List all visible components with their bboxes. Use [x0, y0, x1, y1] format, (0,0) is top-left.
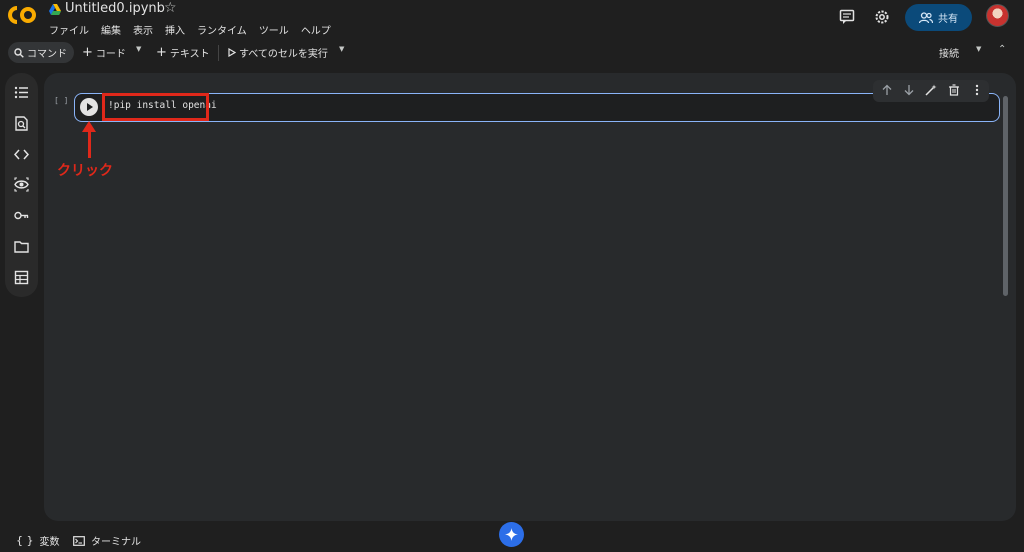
terminal-icon [73, 535, 85, 546]
notebook-panel [44, 73, 1016, 521]
arrow-up-icon[interactable] [881, 84, 893, 96]
run-cell-button[interactable] [80, 98, 98, 116]
run-all-dropdown[interactable]: ▼ [339, 45, 344, 53]
toolbar-collapse[interactable]: ⌃ [998, 44, 1006, 55]
menu-file[interactable]: ファイル [49, 22, 89, 37]
eye-icon[interactable] [14, 177, 29, 192]
plus-icon: + [82, 44, 93, 60]
trash-icon[interactable] [948, 84, 960, 96]
menu-edit[interactable]: 編集 [101, 22, 121, 37]
add-text-button[interactable]: + テキスト [156, 44, 210, 61]
play-icon [228, 48, 236, 57]
header: Untitled0.ipynb ☆ ファイル 編集 表示 挿入 ランタイム ツー… [0, 0, 1024, 40]
terminal-button[interactable]: ターミナル [73, 533, 141, 548]
share-label: 共有 [938, 14, 958, 25]
run-all-button[interactable]: すべてのセルを実行 [228, 45, 328, 60]
colab-logo[interactable] [8, 5, 38, 25]
terminal-label: ターミナル [91, 537, 141, 548]
connect-label: 接続 [939, 49, 959, 60]
command-label: コマンド [27, 49, 67, 60]
arrow-down-icon[interactable] [903, 84, 915, 96]
left-sidebar [5, 73, 38, 297]
code-snippets-icon[interactable] [14, 147, 29, 162]
menu-insert[interactable]: 挿入 [165, 22, 185, 37]
add-text-label: テキスト [169, 49, 210, 60]
variables-button[interactable]: { } 変数 [16, 533, 60, 548]
search-icon [14, 47, 24, 58]
add-code-dropdown[interactable]: ▼ [136, 45, 141, 53]
chevron-down-icon: ▼ [976, 45, 982, 53]
toolbar: コマンド + コード ▼ + テキスト すべてのセルを実行 ▼ 接続 ▼ ⌃ [0, 40, 1024, 66]
gear-icon[interactable] [874, 9, 890, 25]
toolbar-divider [218, 45, 219, 61]
folder-icon[interactable] [14, 239, 29, 254]
annotation-arrow [88, 128, 91, 158]
key-icon[interactable] [14, 208, 29, 223]
data-table-icon[interactable] [14, 270, 29, 285]
command-palette-button[interactable]: コマンド [8, 42, 74, 63]
connect-dropdown[interactable]: ▼ [976, 45, 981, 53]
magic-wand-icon[interactable] [925, 84, 937, 96]
people-icon [919, 11, 933, 23]
menu-help[interactable]: ヘルプ [301, 22, 331, 37]
connect-button[interactable]: 接続 [939, 45, 959, 60]
chevron-up-icon: ⌃ [998, 44, 1007, 55]
run-all-label: すべてのセルを実行 [239, 49, 328, 60]
drive-icon[interactable] [49, 4, 61, 15]
chevron-down-icon: ▼ [136, 45, 142, 53]
gemini-button[interactable] [499, 522, 524, 547]
add-code-label: コード [95, 49, 126, 60]
more-vert-icon[interactable] [971, 84, 983, 96]
menu-runtime[interactable]: ランタイム [197, 22, 247, 37]
table-of-contents-icon[interactable] [14, 85, 29, 100]
scrollbar[interactable] [1003, 96, 1008, 296]
avatar[interactable] [986, 4, 1009, 27]
menu-bar: ファイル 編集 表示 挿入 ランタイム ツール ヘルプ [49, 22, 331, 37]
variables-label: 変数 [39, 537, 60, 548]
star-icon[interactable]: ☆ [164, 0, 177, 16]
sparkle-icon [505, 528, 518, 541]
find-icon[interactable] [14, 116, 29, 131]
braces-icon: { } [16, 534, 34, 547]
add-code-button[interactable]: + コード [82, 44, 126, 61]
annotation-highlight-box [102, 93, 209, 121]
cell-toolbar [873, 80, 989, 102]
cell-execution-count: [ ] [54, 96, 69, 105]
menu-tools[interactable]: ツール [259, 22, 289, 37]
plus-icon: + [156, 44, 167, 60]
share-button[interactable]: 共有 [905, 4, 972, 31]
comment-icon[interactable] [839, 9, 855, 25]
annotation-label: クリック [57, 163, 113, 179]
file-title[interactable]: Untitled0.ipynb [65, 1, 165, 16]
menu-view[interactable]: 表示 [133, 22, 153, 37]
chevron-down-icon: ▼ [339, 45, 345, 53]
